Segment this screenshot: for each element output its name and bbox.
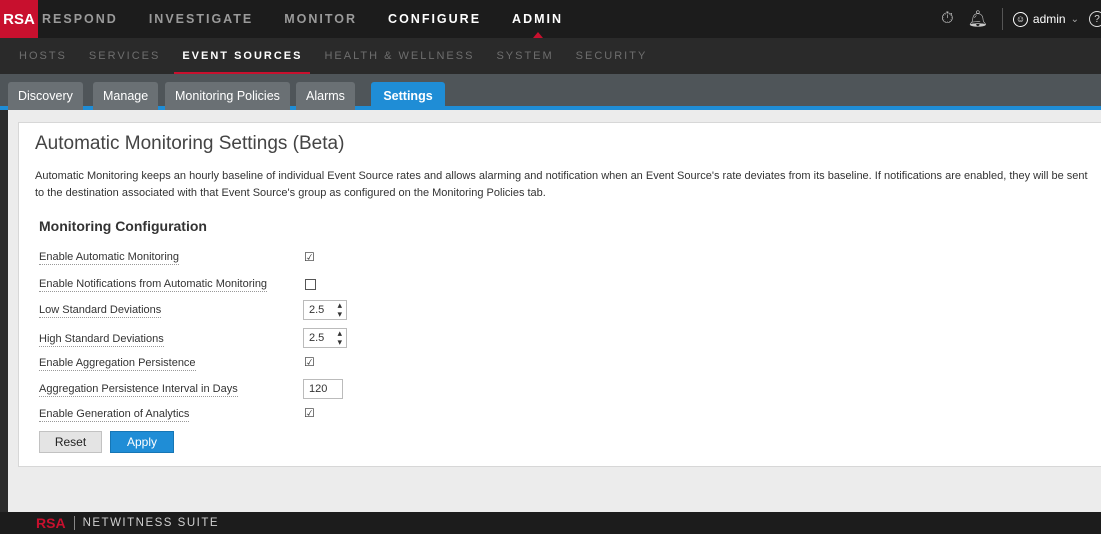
reset-button[interactable]: Reset [39,431,102,453]
footer-product-name: NETWITNESS SUITE [82,517,220,529]
nav-monitor[interactable]: MONITOR [284,0,357,38]
field-aggregation-interval: Aggregation Persistence Interval in Days [39,383,238,397]
left-edge [0,110,8,512]
enable-notifications-checkbox[interactable] [305,279,316,290]
username: admin [1032,12,1066,26]
top-right-tools: ⏱ 🔔︎ ☺ admin ⌄ ? [941,0,1101,38]
stepper-value: 2.5 [309,332,325,344]
nav-investigate[interactable]: INVESTIGATE [149,0,253,38]
nav-admin[interactable]: ADMIN [512,0,563,38]
page-description: Automatic Monitoring keeps an hourly bas… [35,170,1088,199]
low-std-dev-stepper[interactable]: 2.5 ▴ ▾ [303,300,347,320]
settings-panel: Automatic Monitoring Settings (Beta) Aut… [18,122,1101,467]
field-enable-automatic-monitoring: Enable Automatic Monitoring [39,251,180,265]
subnav-event-sources[interactable]: EVENT SOURCES [174,38,311,74]
field-label: Enable Automatic Monitoring [39,251,180,265]
stepper-value: 2.5 [309,304,325,316]
tab-manage[interactable]: Manage [93,82,159,110]
top-nav-bar: RSA RESPOND INVESTIGATE MONITOR CONFIGUR… [0,0,1101,38]
subnav-hosts[interactable]: HOSTS [19,38,67,74]
footer-logo: RSA [36,515,66,531]
primary-nav: RESPOND INVESTIGATE MONITOR CONFIGURE AD… [42,0,594,38]
apply-button[interactable]: Apply [110,431,174,453]
field-low-standard-deviations: Low Standard Deviations [39,304,162,318]
nav-respond[interactable]: RESPOND [42,0,118,38]
subnav-security[interactable]: SECURITY [576,38,648,74]
field-label: Enable Generation of Analytics [39,408,190,422]
subnav-system[interactable]: SYSTEM [496,38,553,74]
field-label: Low Standard Deviations [39,304,162,318]
tab-discovery[interactable]: Discovery [8,82,83,110]
high-std-dev-stepper[interactable]: 2.5 ▴ ▾ [303,328,347,348]
tab-strip: Discovery Manage Monitoring Policies Ala… [0,74,1101,110]
page-title: Automatic Monitoring Settings (Beta) [35,133,345,154]
field-high-standard-deviations: High Standard Deviations [39,333,164,347]
rsa-logo[interactable]: RSA [0,0,38,38]
subnav-services[interactable]: SERVICES [89,38,160,74]
enable-aggregation-persistence-checkbox[interactable]: ☑ [304,356,316,368]
tab-settings[interactable]: Settings [371,82,445,110]
enable-automatic-monitoring-checkbox[interactable]: ☑ [304,251,316,263]
nav-configure[interactable]: CONFIGURE [388,0,481,38]
user-menu[interactable]: ☺ admin ⌄ [1012,11,1079,27]
bell-icon[interactable]: 🔔︎ [968,9,988,29]
content-area: Automatic Monitoring Settings (Beta) Aut… [0,110,1101,512]
enable-generation-analytics-checkbox[interactable]: ☑ [304,407,316,419]
stopwatch-icon[interactable]: ⏱ [941,10,953,28]
user-icon: ☺ [1012,11,1028,27]
footer-bar: RSA NETWITNESS SUITE [0,512,1101,534]
field-enable-aggregation-persistence: Enable Aggregation Persistence [39,357,196,371]
subnav-health-wellness[interactable]: HEALTH & WELLNESS [324,38,474,74]
aggregation-interval-input[interactable]: 120 [303,379,343,399]
tab-monitoring-policies[interactable]: Monitoring Policies [165,82,290,110]
stepper-arrows-icon[interactable]: ▴ ▾ [337,329,342,347]
footer-divider [73,516,75,530]
section-title: Monitoring Configuration [39,218,207,234]
field-label: Enable Aggregation Persistence [39,357,196,371]
chevron-down-icon: ⌄ [1070,13,1079,25]
secondary-nav: HOSTS SERVICES EVENT SOURCES HEALTH & WE… [0,38,1101,74]
field-enable-notifications: Enable Notifications from Automatic Moni… [39,278,268,292]
field-label: Enable Notifications from Automatic Moni… [39,278,268,292]
divider [1001,8,1003,30]
field-label: Aggregation Persistence Interval in Days [39,383,238,397]
tab-alarms[interactable]: Alarms [296,82,355,110]
field-label: High Standard Deviations [39,333,164,347]
stepper-arrows-icon[interactable]: ▴ ▾ [337,301,342,319]
help-icon[interactable]: ? [1089,11,1101,27]
field-enable-generation-analytics: Enable Generation of Analytics [39,408,190,422]
